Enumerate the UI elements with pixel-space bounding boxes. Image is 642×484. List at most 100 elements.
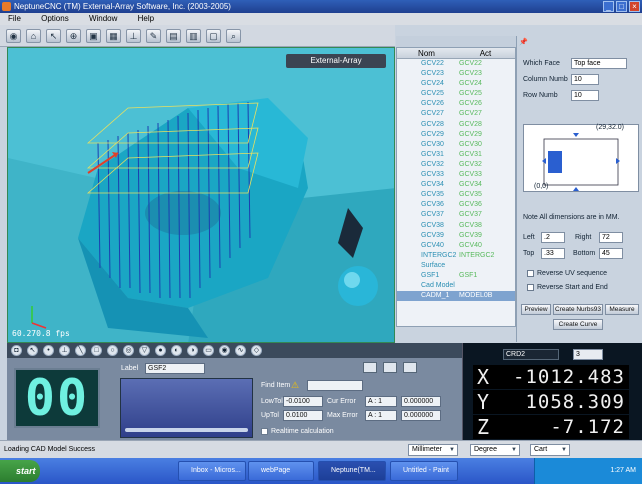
fit-icon[interactable]: ▣ [86, 28, 101, 43]
line-icon[interactable]: ╲ [75, 345, 86, 356]
list-item[interactable]: GCV40 GCV40 [397, 241, 515, 251]
max-error-axis: A : 1 [365, 410, 397, 421]
list-item[interactable]: GCV29 GCV29 [397, 130, 515, 140]
list-item[interactable]: INTERGC2 INTERGC2 [397, 251, 515, 261]
circle-icon[interactable]: ○ [107, 345, 118, 356]
list-item[interactable]: GCV39 GCV39 [397, 231, 515, 241]
list-item[interactable]: GCV27 GCV27 [397, 109, 515, 119]
left-input[interactable]: .2 [541, 232, 565, 243]
cursor-icon[interactable]: ↖ [46, 28, 61, 43]
panel-action-3[interactable] [403, 362, 417, 373]
slot-icon[interactable]: ▭ [203, 345, 214, 356]
paint-icon[interactable]: ▤ [166, 28, 181, 43]
coord-top-label: (29,32.0) [596, 124, 625, 131]
col-header-nom[interactable]: Nom [397, 48, 456, 58]
panel-action-2[interactable] [383, 362, 397, 373]
task-paint[interactable]: Untitled - Paint [390, 461, 458, 481]
create-nurbs-button[interactable]: Create Nurbs93 [553, 304, 603, 315]
task-inbox[interactable]: Inbox - Micros... [178, 461, 246, 481]
close-button[interactable]: × [629, 1, 640, 12]
cylinder-icon[interactable]: ◎ [123, 345, 134, 356]
label-input[interactable]: GSF2 [145, 363, 205, 374]
tool-icon[interactable]: ✎ [146, 28, 161, 43]
face-diagram: (29,32.0) (0,0) [523, 124, 639, 192]
dot-icon[interactable]: • [43, 345, 54, 356]
row-numb-input[interactable]: 10 [571, 90, 599, 101]
panel-action-1[interactable] [363, 362, 377, 373]
torus-icon[interactable]: ◉ [219, 345, 230, 356]
view-icon[interactable]: ◉ [6, 28, 21, 43]
up-tol-input[interactable]: 0.0100 [283, 410, 323, 421]
measure-button[interactable]: Measure [605, 304, 639, 315]
bottom-input[interactable]: 45 [599, 248, 623, 259]
list-item-selected[interactable]: CADM_1 MODEL0B [397, 291, 515, 302]
list-item[interactable]: GSF1 GSF1 [397, 271, 515, 281]
coord-system-select[interactable]: CRD2 [503, 349, 559, 360]
top-input[interactable]: .33 [541, 248, 565, 259]
surface-icon[interactable]: ◇ [251, 345, 262, 356]
list-item[interactable]: GCV32 GCV32 [397, 160, 515, 170]
list-item[interactable]: GCV36 GCV36 [397, 200, 515, 210]
pointer-icon[interactable]: ↖ [27, 345, 38, 356]
column-numb-input[interactable]: 10 [571, 74, 599, 85]
list-item[interactable]: GCV35 GCV35 [397, 190, 515, 200]
maximize-button[interactable]: □ [616, 1, 627, 12]
measure-icon[interactable]: ⊥ [59, 345, 70, 356]
low-tol-input[interactable]: -0.0100 [283, 396, 323, 407]
menu-window[interactable]: Window [89, 14, 117, 23]
menu-help[interactable]: Help [138, 14, 154, 23]
find-item-input[interactable] [307, 380, 363, 391]
task-webpage[interactable]: webPage [248, 461, 314, 481]
create-curve-button[interactable]: Create Curve [553, 319, 603, 330]
list-item[interactable]: GCV34 GCV34 [397, 180, 515, 190]
coord-type-select[interactable]: Cart [530, 444, 570, 456]
which-face-select[interactable]: Top face [571, 58, 627, 69]
realtime-checkbox[interactable] [261, 428, 268, 435]
reverse-start-end-checkbox[interactable] [527, 284, 534, 291]
cone-icon[interactable]: ▽ [139, 345, 150, 356]
digital-readout: CRD2 3 X -1012.483 Y 1058.309 Z -7.172 [462, 343, 642, 440]
list-item[interactable]: GCV38 GCV38 [397, 221, 515, 231]
list-item[interactable]: GCV22 GCV22 [397, 59, 515, 69]
arc-icon[interactable]: ◑ [187, 345, 198, 356]
right-input[interactable]: 72 [599, 232, 623, 243]
doc-icon[interactable]: ▥ [186, 28, 201, 43]
list-item[interactable]: GCV25 GCV25 [397, 89, 515, 99]
list-item[interactable]: GCV37 GCV37 [397, 210, 515, 220]
list-item[interactable]: GCV33 GCV33 [397, 170, 515, 180]
grid-icon[interactable]: ▦ [106, 28, 121, 43]
tree-node-cad-model[interactable]: Cad Model [397, 281, 515, 291]
list-item[interactable]: GCV23 GCV23 [397, 69, 515, 79]
plane-icon[interactable]: ◐ [171, 345, 182, 356]
panel-pin-icon[interactable]: 📌 [519, 38, 528, 46]
list-item-act: GCV24 [459, 80, 482, 88]
list-item[interactable]: GCV31 GCV31 [397, 150, 515, 160]
list-item[interactable]: GCV24 GCV24 [397, 79, 515, 89]
home-icon[interactable]: ⌂ [26, 28, 41, 43]
zoom-icon[interactable]: ⌕ [226, 28, 241, 43]
axes-icon[interactable]: ⊥ [126, 28, 141, 43]
menu-file[interactable]: File [8, 14, 21, 23]
col-header-act[interactable]: Act [456, 48, 515, 58]
square-icon[interactable]: □ [91, 345, 102, 356]
list-item[interactable]: GCV28 GCV28 [397, 120, 515, 130]
curve-icon[interactable]: ∿ [235, 345, 246, 356]
decimal-select[interactable]: 3 [573, 349, 603, 360]
preview-button[interactable]: Preview [521, 304, 551, 315]
angle-select[interactable]: Degree [470, 444, 520, 456]
camera-icon[interactable]: ◘ [11, 345, 22, 356]
list-item[interactable]: GCV26 GCV26 [397, 99, 515, 109]
reverse-uv-checkbox[interactable] [527, 270, 534, 277]
unit-select[interactable]: Millimeter [408, 444, 458, 456]
file-icon[interactable]: ▢ [206, 28, 221, 43]
start-button[interactable]: start [0, 460, 40, 482]
3d-viewport[interactable]: External-Array 60.270.8 fps [7, 47, 395, 343]
minimize-button[interactable]: _ [603, 1, 614, 12]
list-item[interactable]: GCV30 GCV30 [397, 140, 515, 150]
target-icon[interactable]: ⊕ [66, 28, 81, 43]
tree-node-surface[interactable]: Surface [397, 261, 515, 271]
sphere-icon[interactable]: ● [155, 345, 166, 356]
graph-scrollbar[interactable] [125, 428, 248, 432]
menu-options[interactable]: Options [41, 14, 69, 23]
task-neptune[interactable]: Neptune(TM... [318, 461, 386, 481]
